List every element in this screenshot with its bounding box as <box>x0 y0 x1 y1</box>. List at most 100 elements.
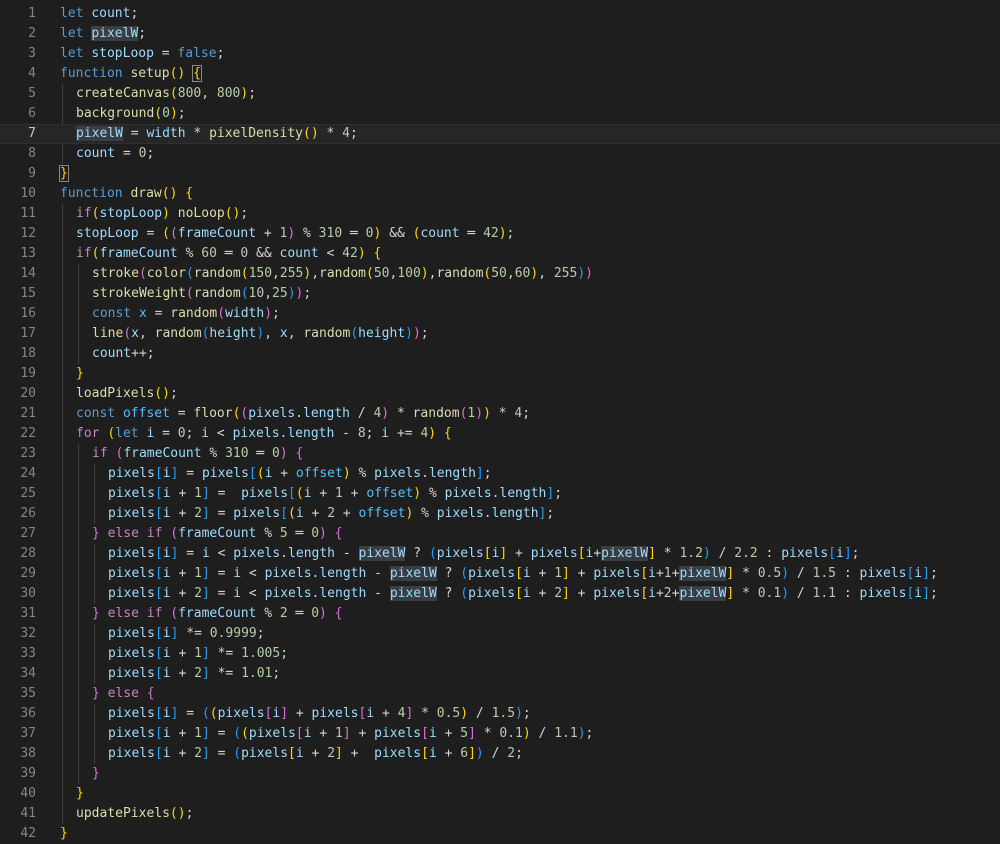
code-text[interactable]: stroke(color(random(150,255),random(50,1… <box>92 264 593 284</box>
code-text[interactable]: pixels[i] = i < pixels.length - pixelW ?… <box>108 544 860 564</box>
code-line[interactable]: 33 pixels[i + 1] *= 1.005; <box>0 644 1000 664</box>
code-text[interactable]: pixels[i + 2] = i < pixels.length - pixe… <box>108 584 938 604</box>
code-line[interactable]: 28 pixels[i] = i < pixels.length - pixelW… <box>0 544 1000 564</box>
code-line[interactable]: 41 updatePixels(); <box>0 804 1000 824</box>
code-text[interactable]: count++; <box>92 344 155 364</box>
code-line[interactable]: 38 pixels[i + 2] = (pixels[i + 2] + pixel… <box>0 744 1000 764</box>
code-line[interactable]: 6 background(0); <box>0 104 1000 124</box>
code-line[interactable]: 9} <box>0 164 1000 184</box>
code-line[interactable]: 31} else if (frameCount % 2 ═ 0) { <box>0 604 1000 624</box>
code-line[interactable]: 2 let pixelW; <box>0 24 1000 44</box>
code-text[interactable]: } <box>59 164 69 184</box>
code-token: ] <box>342 726 351 741</box>
code-text[interactable]: } <box>60 824 68 844</box>
code-text[interactable]: pixels[i + 1] = ((pixels[i + 1] + pixels… <box>108 724 593 744</box>
code-text[interactable]: pixels[i + 2] = pixels[(i + 2 + offset) … <box>108 504 554 524</box>
code-token: count <box>279 246 319 261</box>
code-line[interactable]: 7 pixelW = width * pixelDensity() * 4; <box>0 124 1000 144</box>
code-line[interactable]: 37 pixels[i + 1] = ((pixels[i + 1] + pixe… <box>0 724 1000 744</box>
code-line[interactable]: 11 if(stopLoop) noLoop(); <box>0 204 1000 224</box>
code-text[interactable]: } <box>76 784 84 804</box>
code-text[interactable]: if (frameCount % 310 ═ 0) { <box>92 444 303 464</box>
code-line[interactable]: 14 stroke(color(random(150,255),random(50… <box>0 264 1000 284</box>
code-token: [ <box>295 726 304 741</box>
code-line[interactable]: 19} <box>0 364 1000 384</box>
code-line[interactable]: 15 strokeWeight(random(10,25)); <box>0 284 1000 304</box>
code-text[interactable]: } <box>92 764 100 784</box>
code-text[interactable]: function setup() { <box>60 64 202 84</box>
code-text[interactable]: pixels[i + 2] *= 1.01; <box>108 664 280 684</box>
code-line[interactable]: 26 pixels[i + 2] = pixels[(i + 2 + offset… <box>0 504 1000 524</box>
code-line[interactable]: 30 pixels[i + 2] = i < pixels.length - pi… <box>0 584 1000 604</box>
code-token: ] <box>335 746 343 761</box>
code-text[interactable]: function draw() { <box>60 184 193 204</box>
code-text[interactable]: count = 0; <box>76 144 154 164</box>
code-token: ) <box>413 486 422 501</box>
code-text[interactable]: } else { <box>92 684 155 704</box>
code-line[interactable]: 21 const offset = floor((pixels.length / … <box>0 404 1000 424</box>
code-text[interactable]: pixels[i] = pixels[(i + offset) % pixels… <box>108 464 492 484</box>
code-line[interactable]: 36 pixels[i] = ((pixels[i] + pixels[i + 4… <box>0 704 1000 724</box>
code-token: i <box>522 566 531 581</box>
code-line[interactable]: 34 pixels[i + 2] *= 1.01; <box>0 664 1000 684</box>
code-text[interactable]: background(0); <box>76 104 186 124</box>
code-text[interactable]: let stopLoop = false; <box>60 44 224 64</box>
code-line[interactable]: 35} else { <box>0 684 1000 704</box>
code-token: } <box>92 606 100 621</box>
code-line[interactable]: 42} <box>0 824 1000 844</box>
code-token: [ <box>421 726 429 741</box>
code-text[interactable]: for (let i = 0; i < pixels.length - 8; i… <box>76 424 452 444</box>
code-text[interactable]: line(x, random(height), x, random(height… <box>92 324 429 344</box>
code-line[interactable]: 10 function draw() { <box>0 184 1000 204</box>
code-text[interactable]: const x = random(width); <box>92 304 280 324</box>
code-line[interactable]: 17 line(x, random(height), x, random(heig… <box>0 324 1000 344</box>
code-line[interactable]: 23 if (frameCount % 310 ═ 0) { <box>0 444 1000 464</box>
code-text[interactable]: updatePixels(); <box>76 804 193 824</box>
code-line[interactable]: 1 let count; <box>0 4 1000 24</box>
code-text[interactable]: if(frameCount % 60 ═ 0 && count < 42) { <box>76 244 381 264</box>
code-line[interactable]: 20 loadPixels(); <box>0 384 1000 404</box>
code-line[interactable]: 16 const x = random(width); <box>0 304 1000 324</box>
code-text[interactable]: let count; <box>60 4 138 24</box>
code-line[interactable]: 29 pixels[i + 1] = i < pixels.length - pi… <box>0 564 1000 584</box>
code-text[interactable]: } else if (frameCount % 2 ═ 0) { <box>92 604 343 624</box>
code-line[interactable]: 22 for (let i = 0; i < pixels.length - 8;… <box>0 424 1000 444</box>
code-text[interactable]: pixels[i] = ((pixels[i] + pixels[i + 4] … <box>108 704 531 724</box>
code-text[interactable]: pixels[i + 1] *= 1.005; <box>108 644 288 664</box>
code-line[interactable]: 27} else if (frameCount % 5 ═ 0) { <box>0 524 1000 544</box>
code-token: * <box>490 406 515 421</box>
code-text[interactable]: let pixelW; <box>60 24 146 44</box>
code-line[interactable]: 32 pixels[i] *= 0.9999; <box>0 624 1000 644</box>
code-token: + <box>170 566 195 581</box>
code-token: ) <box>522 726 531 741</box>
code-line[interactable]: 13 if(frameCount % 60 ═ 0 && count < 42) … <box>0 244 1000 264</box>
code-text[interactable]: strokeWeight(random(10,25)); <box>92 284 311 304</box>
code-line[interactable]: 4 function setup() { <box>0 64 1000 84</box>
code-text[interactable]: pixels[i + 2] = (pixels[i + 2] + pixels[… <box>108 744 523 764</box>
code-line[interactable]: 24 pixels[i] = pixels[(i + offset) % pixe… <box>0 464 1000 484</box>
code-text[interactable]: pixels[i + 1] = i < pixels.length - pixe… <box>108 564 938 584</box>
code-token: pixels <box>217 706 265 721</box>
code-line[interactable]: 8 count = 0; <box>0 144 1000 164</box>
code-text[interactable]: pixels[i + 1] = pixels[(i + 1 + offset) … <box>108 484 562 504</box>
code-text[interactable]: if(stopLoop) noLoop(); <box>76 204 248 224</box>
code-token: - <box>366 566 390 581</box>
code-text[interactable]: } else if (frameCount % 5 ═ 0) { <box>92 524 343 544</box>
code-text[interactable]: pixels[i] *= 0.9999; <box>108 624 265 644</box>
code-text[interactable]: } <box>76 364 84 384</box>
code-text[interactable]: loadPixels(); <box>76 384 178 404</box>
code-text[interactable]: stopLoop = ((frameCount + 1) % 310 ═ 0) … <box>76 224 514 244</box>
code-token: < <box>241 586 265 601</box>
code-line[interactable]: 40} <box>0 784 1000 804</box>
code-text[interactable]: const offset = floor((pixels.length / 4)… <box>76 404 530 424</box>
code-text[interactable]: pixelW = width * pixelDensity() * 4; <box>76 125 358 143</box>
code-line[interactable]: 12 stopLoop = ((frameCount + 1) % 310 ═ 0… <box>0 224 1000 244</box>
code-editor[interactable]: 1 let count; 2 let pixelW; 3 let stopLoop = f… <box>0 0 1000 844</box>
code-token: pixels <box>859 586 907 601</box>
code-text[interactable]: createCanvas(800, 800); <box>76 84 256 104</box>
code-line[interactable]: 25 pixels[i + 1] = pixels[(i + 1 + offset… <box>0 484 1000 504</box>
code-line[interactable]: 39} <box>0 764 1000 784</box>
code-line[interactable]: 18 count++; <box>0 344 1000 364</box>
code-line[interactable]: 5 createCanvas(800, 800); <box>0 84 1000 104</box>
code-line[interactable]: 3 let stopLoop = false; <box>0 44 1000 64</box>
